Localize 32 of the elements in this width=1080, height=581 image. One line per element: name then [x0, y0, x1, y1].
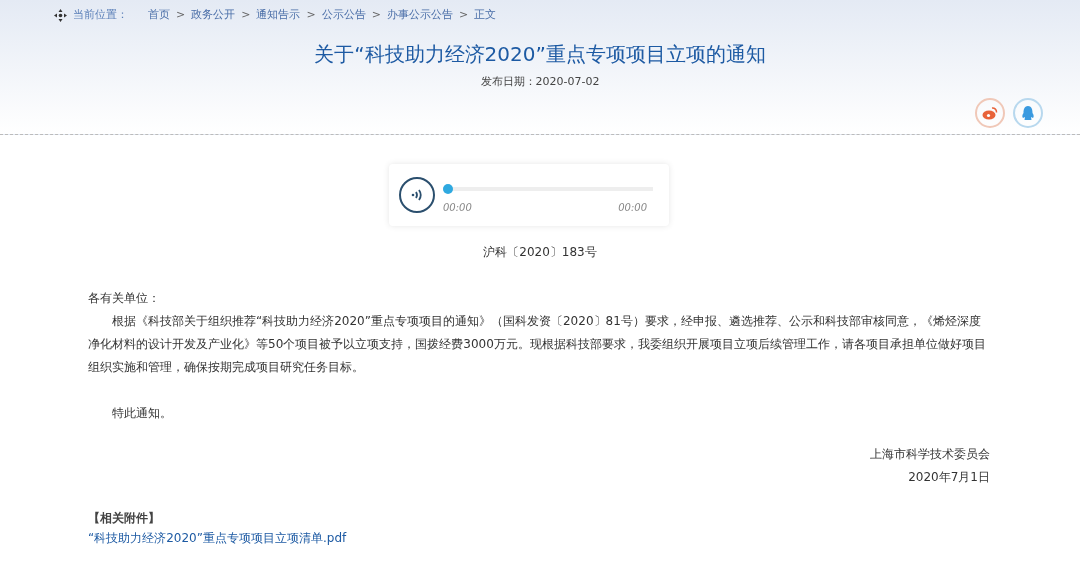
- qq-share-button[interactable]: [1013, 98, 1043, 128]
- progress-handle[interactable]: [443, 183, 453, 194]
- salutation: 各有关单位：: [88, 290, 160, 307]
- weibo-icon: [982, 106, 998, 120]
- signing-date: 2020年7月1日: [908, 469, 990, 486]
- breadcrumb-separator: >: [241, 7, 251, 23]
- body-paragraph: 特此通知。: [111, 405, 172, 422]
- breadcrumb-link[interactable]: 首页: [148, 7, 170, 24]
- breadcrumb-link[interactable]: 正文: [474, 7, 497, 24]
- page-title: 关于“科技助力经济2020”重点专项项目立项的通知: [313, 40, 767, 68]
- signing-organization: 上海市科学技术委员会: [870, 446, 990, 463]
- penguin-icon: [1022, 105, 1034, 121]
- attachments-heading: 【相关附件】: [88, 510, 160, 527]
- sound-icon: [410, 188, 424, 202]
- current-time: 00:00: [443, 200, 472, 215]
- attachment-link[interactable]: “科技助力经济2020”重点专项项目立项清单.pdf: [88, 527, 347, 549]
- location-icon: [54, 8, 67, 22]
- breadcrumb-separator: >: [371, 7, 381, 23]
- body-paragraph: 根据《科技部关于组织推荐“科技助力经济2020”重点专项项目的通知》（国科发资〔2020〕81号）要求，经申报、遴选推荐、公示和科技部审核同意，《烯烃深度净化材料的设计开发及产业化》等50个项目被予以立项支持，国拨经费3000万元。现根据科技部要求，我委组织开展项目立项后续管理工作，请各项目承担单位做好项目组织实施和管理，确保按期完成项目研究任务目标。: [88, 313, 987, 376]
- breadcrumb-separator: >: [458, 7, 469, 23]
- location-label: 当前位置：: [73, 7, 128, 23]
- play-button[interactable]: [399, 177, 435, 213]
- breadcrumb-separator: >: [176, 7, 186, 23]
- breadcrumb-link[interactable]: 公示公告: [321, 7, 366, 24]
- publish-date: 发布日期：2020-07-02: [479, 73, 601, 90]
- breadcrumb-link[interactable]: 办事公示公告: [386, 7, 453, 24]
- breadcrumb-separator: >: [306, 7, 316, 23]
- weibo-share-button[interactable]: [975, 98, 1005, 128]
- duration: 00:00: [618, 200, 647, 215]
- breadcrumb-link[interactable]: 通知告示: [256, 7, 301, 24]
- document-number: 沪科〔2020〕183号: [482, 244, 598, 261]
- breadcrumb-link[interactable]: 政务公开: [191, 7, 236, 24]
